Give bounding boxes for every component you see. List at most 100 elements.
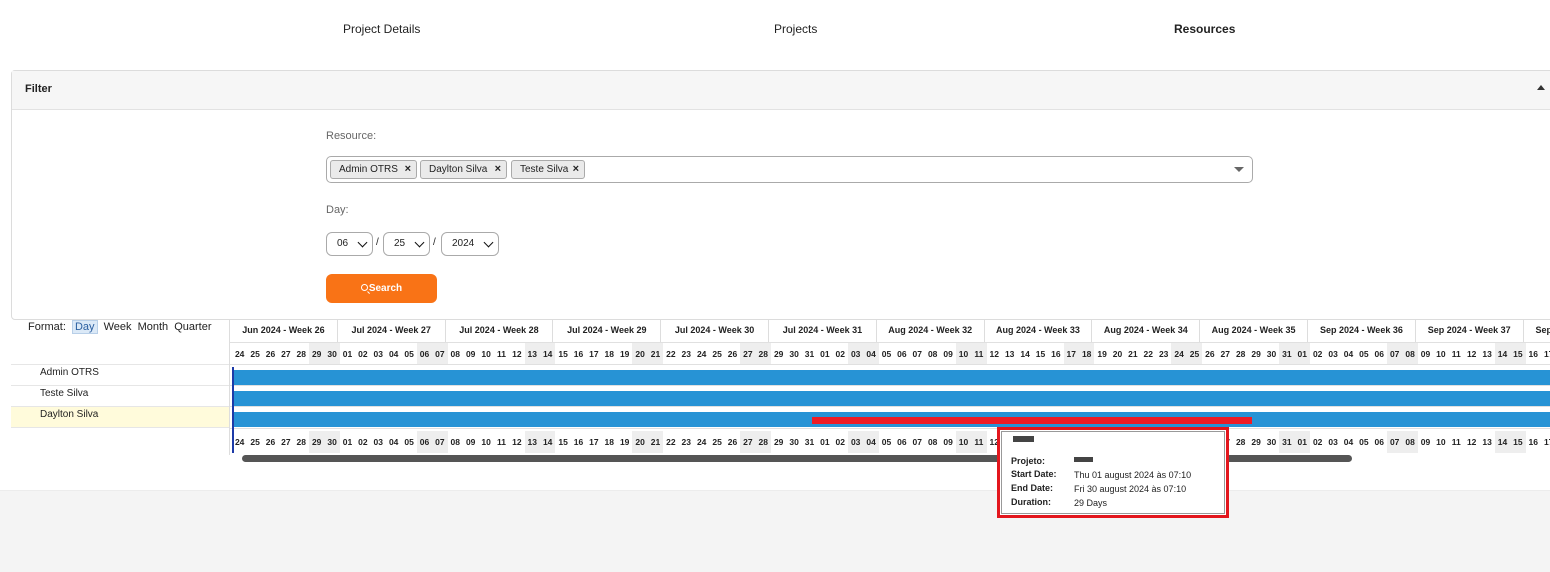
day-cell: 17 [589,349,599,359]
week-header-cell: Jun 2024 - Week 26 [230,320,338,342]
format-week[interactable]: Week [104,321,132,333]
month-select[interactable]: 06 [326,232,373,256]
day-cell: 30 [789,437,799,447]
day-cell: 19 [619,349,630,359]
day-cell: 17 [1063,343,1079,365]
day-cell: 23 [681,349,692,359]
tooltip-duration-label: Duration: [1011,497,1051,507]
remove-chip-icon[interactable]: × [573,161,579,178]
week-header-cell: Aug 2024 - Week 34 [1092,320,1201,342]
page-footer [0,490,1550,572]
day-cell: 06 [416,343,433,365]
highlighted-task-bar[interactable] [812,417,1252,424]
day-cell: 24 [234,437,245,447]
filter-title: Filter [25,83,52,95]
day-cell: 24 [696,437,707,447]
day-cell: 08 [1402,431,1418,453]
day-cell: 06 [1374,437,1385,447]
week-header-cell: Jul 2024 - Week 28 [446,320,554,342]
resource-row[interactable]: Admin OTRS [11,364,229,385]
gantt-format-bar: Format: Day Week Month Quarter [28,320,212,334]
resource-name: Daylton Silva [40,409,99,420]
day-cell: 27 [281,349,291,359]
day-cell: 17 [1543,437,1550,447]
day-cell: 13 [524,343,540,365]
week-header-cell: Aug 2024 - Week 35 [1200,320,1308,342]
format-day[interactable]: Day [71,320,98,334]
day-cell: 01 [342,437,353,447]
grid-line [230,342,1550,343]
tab-resources[interactable]: Resources [1174,22,1235,36]
allocation-bar[interactable] [232,370,1550,385]
day-cell: 30 [789,349,799,359]
day-cell: 31 [1279,431,1295,453]
search-label: Search [368,283,403,294]
day-cell: 27 [740,431,756,453]
day-cell: 16 [1528,349,1539,359]
day-cell: 10 [481,349,491,359]
remove-chip-icon[interactable]: × [405,161,411,178]
day-cell: 09 [465,437,476,447]
day-cell: 04 [863,343,879,365]
day-cell: 05 [881,437,892,447]
day-cell: 04 [1343,349,1354,359]
day-cell: 08 [927,349,938,359]
tab-project-details[interactable]: Project Details [343,22,420,36]
day-cell: 10 [1436,437,1446,447]
day-cell: 27 [281,437,291,447]
gantt-timeline: Jun 2024 - Week 26 Jul 2024 - Week 27 Jul … [229,320,1550,455]
day-cell: 25 [250,349,260,359]
day-cell: 12 [989,349,1000,359]
collapse-up-icon[interactable] [1537,85,1545,90]
chevron-down-icon[interactable] [1234,167,1244,172]
day-cell: 27 [740,343,756,365]
week-header-cell: Sep 2024 - Week 36 [1308,320,1416,342]
day-cell: 22 [1143,349,1154,359]
day-cell: 06 [416,431,433,453]
tooltip-end-value: Fri 30 august 2024 às 07:10 [1074,484,1187,494]
day-cell: 19 [1097,349,1107,359]
day-cell: 03 [1328,349,1338,359]
day-cell: 13 [524,431,540,453]
day-cell: 29 [1251,349,1261,359]
day-cell: 26 [1205,349,1215,359]
day-cell: 27 [1220,349,1231,359]
resource-row[interactable]: Teste Silva [11,385,229,406]
day-select[interactable]: 25 [383,232,430,256]
day-cell: 11 [496,349,506,359]
day-cell: 01 [820,349,830,359]
day-cell: 20 [632,431,648,453]
resource-row-selected[interactable]: Daylton Silva [11,406,229,427]
day-cell: 26 [727,437,738,447]
day-cell: 10 [955,431,972,453]
remove-chip-icon[interactable]: × [495,161,501,178]
day-cell: 15 [558,437,568,447]
day-cell: 11 [971,343,987,365]
day-cell: 13 [1482,437,1492,447]
tab-projects[interactable]: Projects [774,22,817,36]
day-cell: 14 [1494,431,1511,453]
week-header-cell: Aug 2024 - Week 33 [985,320,1093,342]
day-cell: 28 [755,343,771,365]
day-cell: 26 [727,349,738,359]
day-cell: 07 [1387,431,1403,453]
allocation-bar[interactable] [232,391,1550,406]
week-header-cell: Jul 2024 - Week 27 [338,320,446,342]
filter-header[interactable]: Filter [12,71,1550,110]
day-cell: 01 [1294,431,1310,453]
search-button[interactable]: Search [326,274,437,303]
day-cell: 07 [432,343,448,365]
resource-chip: Daylton Silva × [420,160,507,179]
grid-line [230,406,1550,407]
format-month[interactable]: Month [138,321,169,333]
day-cell: 29 [309,431,325,453]
day-cell: 29 [1251,437,1261,447]
year-select[interactable]: 2024 [441,232,499,256]
grid-line [230,385,1550,386]
day-cell: 09 [1420,437,1431,447]
resource-name: Admin OTRS [40,367,99,378]
format-quarter[interactable]: Quarter [174,321,211,333]
day-cell: 30 [324,431,340,453]
day-cell: 25 [712,437,722,447]
resource-multiselect[interactable]: Admin OTRS × Daylton Silva × Teste Silva… [326,156,1253,183]
